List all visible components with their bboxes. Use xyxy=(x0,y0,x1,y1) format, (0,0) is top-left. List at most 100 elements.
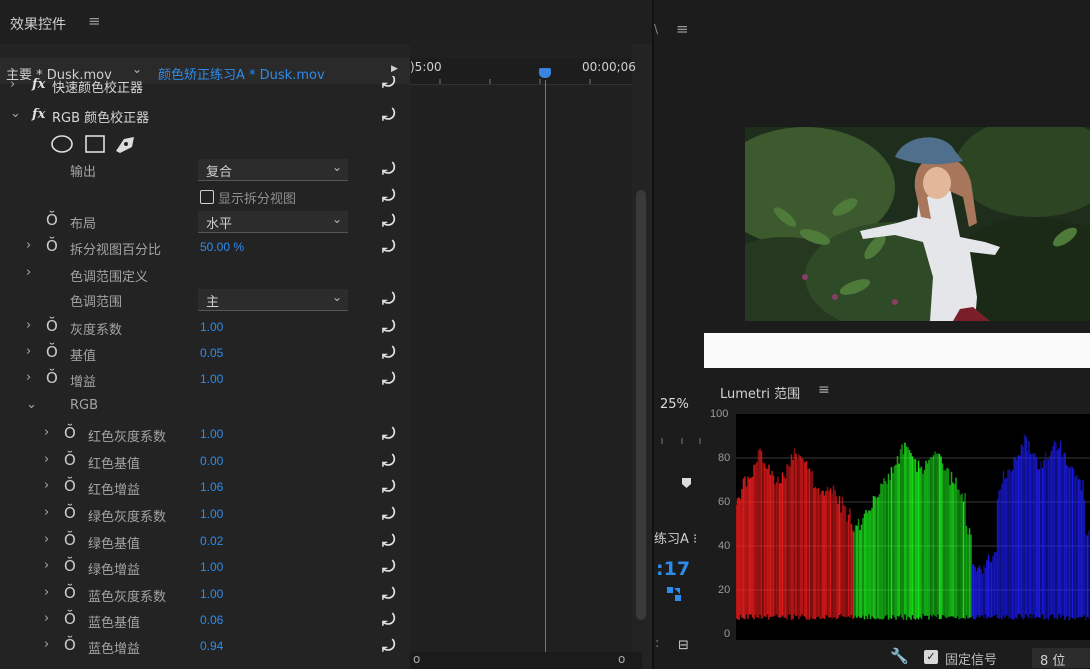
stopwatch-icon[interactable]: Ŏ xyxy=(64,531,76,549)
param-value[interactable]: 1.00 xyxy=(200,372,223,386)
expand-icon[interactable]: › xyxy=(44,505,49,520)
expand-icon[interactable]: › xyxy=(26,370,31,385)
ellipse-mask-icon[interactable] xyxy=(51,135,73,153)
ruler-timecode-end: 00:00;06 xyxy=(582,60,636,74)
play-icon[interactable]: ▶ xyxy=(391,64,398,74)
monitor-menu-icon[interactable]: ≡ xyxy=(676,20,689,38)
fx-icon[interactable]: fx xyxy=(32,107,45,122)
reset-icon[interactable]: ⤾ xyxy=(382,105,395,125)
stopwatch-icon[interactable]: Ŏ xyxy=(64,477,76,495)
param-value[interactable]: 0.05 xyxy=(200,346,223,360)
param-value[interactable]: 50.00 % xyxy=(200,240,244,254)
reset-icon[interactable]: ⤾ xyxy=(382,159,395,179)
expand-icon[interactable]: › xyxy=(44,478,49,493)
param-value[interactable]: 1.00 xyxy=(200,507,223,521)
effect-row-fast-color[interactable]: › fx 快速颜色校正器 ⤾ xyxy=(0,76,410,96)
stopwatch-icon[interactable]: Ŏ xyxy=(64,424,76,442)
reset-icon[interactable]: ⤾ xyxy=(382,76,395,92)
scopes-title[interactable]: Lumetri 范围 xyxy=(720,383,800,402)
param-value[interactable]: 1.00 xyxy=(200,587,223,601)
reset-icon[interactable]: ⤾ xyxy=(382,369,395,389)
stopwatch-icon[interactable]: Ŏ xyxy=(64,610,76,628)
layout-dropdown[interactable]: 水平 ⌄ xyxy=(198,211,348,233)
expand-icon[interactable]: › xyxy=(26,344,31,359)
param-value[interactable]: 0.94 xyxy=(200,639,223,653)
param-label: 绿色基值 xyxy=(88,537,141,552)
param-value[interactable]: 0.06 xyxy=(200,613,223,627)
export-frame-icon[interactable]: ⊟ xyxy=(678,638,689,653)
reset-icon[interactable]: ⤾ xyxy=(382,584,395,604)
zoom-level-select[interactable]: 25% xyxy=(660,397,689,412)
stopwatch-icon[interactable]: Ŏ xyxy=(64,451,76,469)
reset-icon[interactable]: ⤾ xyxy=(382,237,395,257)
stopwatch-icon[interactable]: Ŏ xyxy=(46,343,58,361)
split-view-checkbox[interactable] xyxy=(200,190,214,204)
expand-icon[interactable]: › xyxy=(44,637,49,652)
effect-timeline[interactable] xyxy=(410,40,632,669)
insert-icon[interactable] xyxy=(666,586,682,602)
zoom-handle-left-icon[interactable]: o xyxy=(413,652,420,666)
expand-icon[interactable]: › xyxy=(44,452,49,467)
expand-icon[interactable]: › xyxy=(10,77,15,92)
panel-menu-icon[interactable]: ≡ xyxy=(88,12,101,30)
scopes-menu-icon[interactable]: ≡ xyxy=(818,382,830,398)
stopwatch-icon[interactable]: Ŏ xyxy=(64,584,76,602)
playhead-handle[interactable] xyxy=(539,68,551,78)
expand-icon[interactable]: › xyxy=(26,265,31,280)
stopwatch-icon[interactable]: Ŏ xyxy=(64,504,76,522)
param-value[interactable]: 1.00 xyxy=(200,320,223,334)
panel-title[interactable]: 效果控件 xyxy=(10,14,66,34)
effect-row-rgb-corrector[interactable]: ⌄ fx RGB 颜色校正器 ⤾ xyxy=(0,103,410,129)
stopwatch-icon[interactable]: Ŏ xyxy=(46,237,58,255)
reset-icon[interactable]: ⤾ xyxy=(382,424,395,444)
chevron-down-icon[interactable]: ⌄ xyxy=(132,62,142,76)
pen-mask-icon[interactable] xyxy=(116,137,134,153)
timeline-zoom-bar[interactable] xyxy=(410,652,642,669)
param-value[interactable]: 1.00 xyxy=(200,427,223,441)
collapse-icon[interactable]: ⌄ xyxy=(10,106,21,121)
stopwatch-icon[interactable]: Ŏ xyxy=(46,369,58,387)
reset-icon[interactable]: ⤾ xyxy=(382,610,395,630)
expand-icon[interactable]: › xyxy=(26,318,31,333)
vertical-scrollbar[interactable] xyxy=(636,190,646,620)
playhead-timecode[interactable]: :17 xyxy=(656,558,690,580)
param-value[interactable]: 1.06 xyxy=(200,480,223,494)
stopwatch-icon[interactable]: Ŏ xyxy=(64,636,76,654)
mask-tools xyxy=(51,135,134,153)
playhead-line[interactable] xyxy=(545,80,546,652)
rectangle-mask-icon[interactable] xyxy=(85,135,105,153)
output-dropdown[interactable]: 复合 ⌄ xyxy=(198,159,348,181)
reset-icon[interactable]: ⤾ xyxy=(382,504,395,524)
reset-icon[interactable]: ⤾ xyxy=(382,531,395,551)
fixed-signal-checkbox[interactable]: ✓ xyxy=(924,650,938,664)
fx-icon[interactable]: fx xyxy=(32,77,45,92)
param-value[interactable]: 1.00 xyxy=(200,560,223,574)
expand-icon[interactable]: › xyxy=(44,532,49,547)
expand-icon[interactable]: › xyxy=(44,585,49,600)
reset-icon[interactable]: ⤾ xyxy=(382,477,395,497)
param-value[interactable]: 0.02 xyxy=(200,534,223,548)
expand-icon[interactable]: › xyxy=(26,238,31,253)
fixed-signal-label: 固定信号 xyxy=(945,653,998,668)
reset-icon[interactable]: ⤾ xyxy=(382,343,395,363)
wrench-icon[interactable]: 🔧 xyxy=(890,647,909,665)
reset-icon[interactable]: ⤾ xyxy=(382,211,395,231)
reset-icon[interactable]: ⤾ xyxy=(382,289,395,309)
reset-icon[interactable]: ⤾ xyxy=(382,636,395,656)
expand-icon[interactable]: › xyxy=(44,611,49,626)
reset-icon[interactable]: ⤾ xyxy=(382,451,395,471)
zoom-handle-right-icon[interactable]: o xyxy=(618,652,625,666)
param-gamma: › Ŏ 灰度系数 1.00 ⤾ xyxy=(0,315,410,341)
sequence-tab[interactable]: 练习A ⁝ xyxy=(654,528,697,547)
stopwatch-icon[interactable]: Ŏ xyxy=(64,557,76,575)
collapse-icon[interactable]: ⌄ xyxy=(26,397,37,412)
reset-icon[interactable]: ⤾ xyxy=(382,186,395,206)
reset-icon[interactable]: ⤾ xyxy=(382,557,395,577)
stopwatch-icon[interactable]: Ŏ xyxy=(46,317,58,335)
expand-icon[interactable]: › xyxy=(44,425,49,440)
stopwatch-icon[interactable]: Ŏ xyxy=(46,211,58,229)
param-value[interactable]: 0.00 xyxy=(200,454,223,468)
tonal-range-dropdown[interactable]: 主 ⌄ xyxy=(198,289,348,311)
reset-icon[interactable]: ⤾ xyxy=(382,317,395,337)
expand-icon[interactable]: › xyxy=(44,558,49,573)
